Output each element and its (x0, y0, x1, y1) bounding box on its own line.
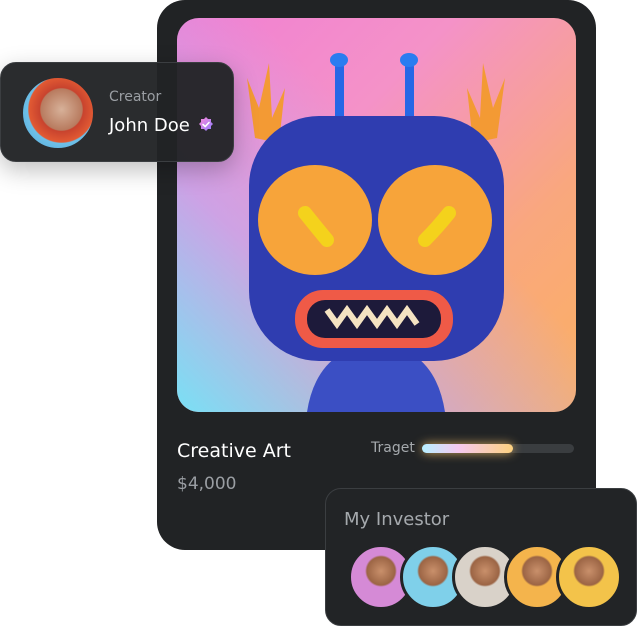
target-progress-bar (422, 444, 574, 453)
monster-illustration (247, 53, 505, 412)
creator-card[interactable]: Creator John Doe (0, 62, 234, 162)
creator-label: Creator (109, 89, 162, 105)
nft-price: $4,000 (177, 474, 237, 494)
creator-avatar[interactable] (21, 76, 95, 150)
investor-avatar[interactable] (556, 544, 622, 610)
target-label: Traget (371, 440, 415, 456)
investor-card[interactable]: My Investor (325, 488, 637, 626)
nft-title: Creative Art (177, 440, 291, 462)
nft-artwork[interactable] (177, 18, 576, 412)
verified-badge-icon (199, 117, 213, 131)
target-progress-fill (422, 444, 514, 453)
creator-name[interactable]: John Doe (109, 115, 190, 136)
investor-label: My Investor (344, 509, 450, 530)
